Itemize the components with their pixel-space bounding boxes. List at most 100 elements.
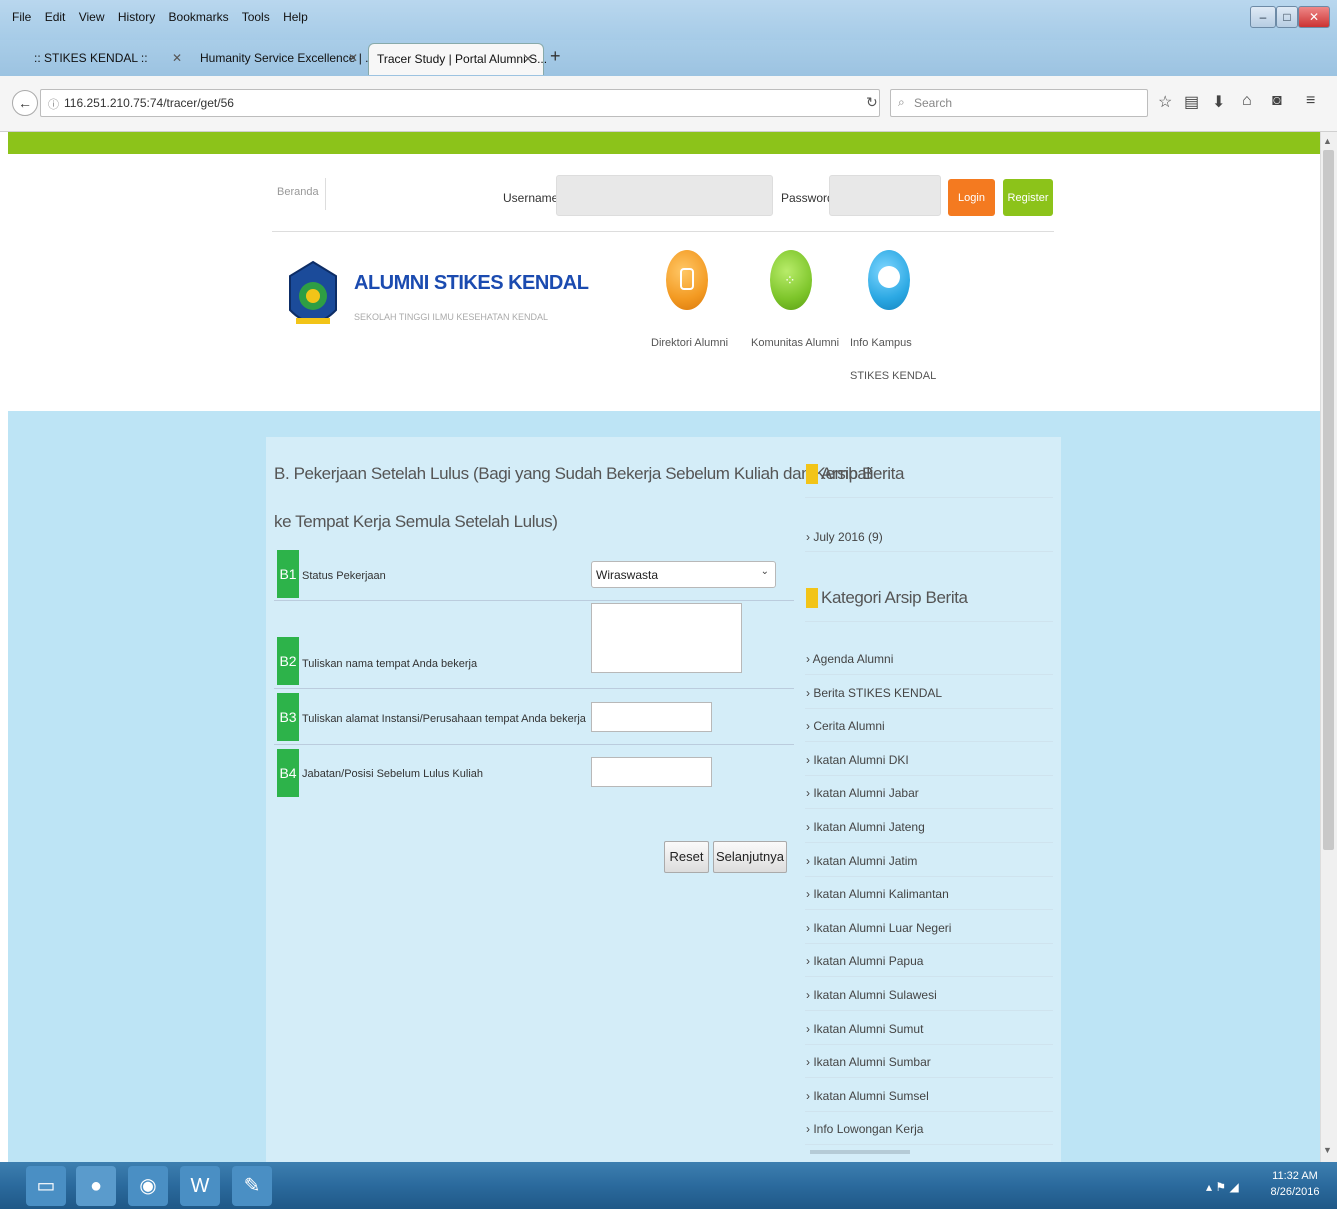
menu-history[interactable]: History [118, 10, 155, 24]
divider [805, 621, 1053, 622]
tray-icons[interactable]: ▴ ⚑ ◢ [1206, 1180, 1239, 1194]
reading-list-icon[interactable]: ▤ [1184, 92, 1199, 112]
site-title[interactable]: ALUMNI STIKES KENDAL [354, 272, 589, 295]
category-item[interactable]: › Info Lowongan Kerja [806, 1122, 923, 1136]
register-button[interactable]: Register [1003, 179, 1053, 216]
label-jabatan: Jabatan/Posisi Sebelum Lulus Kuliah [302, 768, 484, 780]
jabatan-input[interactable] [591, 757, 712, 787]
pocket-icon[interactable]: ◙ [1272, 92, 1282, 110]
clock-date: 8/26/2016 [1270, 1186, 1320, 1198]
clock[interactable]: 11:32 AM 8/26/2016 [1270, 1170, 1320, 1198]
close-window-icon[interactable]: ✕ [1298, 6, 1330, 28]
divider [805, 1043, 1053, 1045]
nama-tempat-textarea[interactable] [591, 603, 742, 673]
category-item[interactable]: › Agenda Alumni [806, 652, 893, 666]
url-text[interactable]: 116.251.210.75:74/tracer/get/56 [64, 96, 234, 110]
category-item[interactable]: › Ikatan Alumni Papua [806, 954, 923, 968]
maximize-icon[interactable]: □ [1276, 6, 1298, 28]
close-tab-icon[interactable]: ✕ [172, 43, 182, 73]
home-icon[interactable]: ⌂ [1242, 92, 1252, 110]
menu-tools[interactable]: Tools [242, 10, 270, 24]
category-label: Berita STIKES KENDAL [813, 685, 943, 700]
chrome-icon[interactable]: ◉ [128, 1166, 168, 1206]
category-item[interactable]: › Berita STIKES KENDAL [806, 686, 942, 700]
firefox-icon[interactable]: ● [76, 1166, 116, 1206]
category-label: Ikatan Alumni Kalimantan [813, 887, 949, 902]
bookmark-star-icon[interactable]: ☆ [1158, 92, 1172, 112]
menu-edit[interactable]: Edit [45, 10, 66, 24]
divider [805, 875, 1053, 877]
divider [805, 942, 1053, 944]
category-label: Ikatan Alumni Sulawesi [813, 988, 937, 1002]
stikes-logo-icon [286, 260, 340, 336]
file-explorer-icon[interactable]: ▭ [26, 1166, 66, 1206]
nav-direktori-alumni[interactable]: Direktori Alumni [651, 337, 728, 349]
category-item[interactable]: › Ikatan Alumni DKI [806, 753, 909, 767]
nav-info-kampus-sub[interactable]: STIKES KENDAL [850, 370, 936, 382]
next-button[interactable]: Selanjutnya [713, 841, 787, 873]
category-label: Ikatan Alumni Sumsel [813, 1088, 929, 1103]
menu-view[interactable]: View [79, 10, 105, 24]
status-pekerjaan-select[interactable]: Wiraswasta ⌄ [591, 561, 776, 588]
folder-icon [806, 588, 818, 608]
nav-komunitas-alumni[interactable]: Komunitas Alumni [751, 337, 839, 349]
divider [805, 741, 1053, 743]
category-item[interactable]: › Ikatan Alumni Sumut [806, 1022, 923, 1036]
close-tab-icon[interactable]: ✕ [523, 44, 533, 74]
menu-file[interactable]: File [12, 10, 31, 24]
contact-card-icon [680, 268, 694, 290]
label-alamat-instansi: Tuliskan alamat Instansi/Perusahaan temp… [302, 713, 586, 725]
menu-help[interactable]: Help [283, 10, 308, 24]
divider [805, 1110, 1053, 1112]
nav-info-kampus[interactable]: Info Kampus [850, 337, 912, 349]
row-divider [274, 688, 794, 689]
scroll-up-icon[interactable]: ▲ [1323, 136, 1332, 146]
reload-icon[interactable]: ↻ [866, 94, 878, 111]
username-input[interactable] [556, 175, 773, 216]
nav-beranda[interactable]: Beranda [277, 186, 319, 198]
divider [805, 842, 1053, 843]
tab-tracer-study[interactable]: Tracer Study | Portal Alumni S... ✕ [368, 43, 547, 75]
category-item[interactable]: › Ikatan Alumni Luar Negeri [806, 921, 951, 935]
archive-item-july-2016[interactable]: › July 2016 (9) [806, 530, 883, 544]
top-green-bar [8, 132, 1320, 154]
header-divider [272, 231, 1054, 232]
category-label: Ikatan Alumni Jateng [813, 820, 925, 834]
paint-icon[interactable]: ✎ [232, 1166, 272, 1206]
category-item[interactable]: › Ikatan Alumni Kalimantan [806, 887, 949, 901]
archive-item-label: July 2016 (9) [813, 530, 883, 544]
archive-title: Arsip Berita [821, 464, 905, 483]
reset-button[interactable]: Reset [664, 841, 709, 873]
content-panel [266, 437, 1061, 1177]
menu-bookmarks[interactable]: Bookmarks [169, 10, 229, 24]
badge-b2: B2 [277, 637, 299, 685]
password-input[interactable] [829, 175, 941, 216]
minimize-icon[interactable]: – [1250, 6, 1276, 28]
tab-stikes-kendal[interactable]: :: STIKES KENDAL :: ✕ [14, 43, 192, 75]
category-item[interactable]: › Ikatan Alumni Sumsel [806, 1089, 929, 1103]
login-button[interactable]: Login [948, 179, 995, 216]
scroll-down-icon[interactable]: ▼ [1323, 1145, 1332, 1155]
category-item[interactable]: › Cerita Alumni [806, 719, 885, 733]
info-icon[interactable]: ⓘ [48, 96, 59, 112]
row-divider [274, 744, 794, 745]
close-tab-icon[interactable]: ✕ [348, 43, 358, 73]
download-icon[interactable]: ⬇ [1212, 92, 1225, 112]
alamat-instansi-input[interactable] [591, 702, 712, 732]
category-item[interactable]: › Ikatan Alumni Sumbar [806, 1055, 931, 1069]
hamburger-menu-icon[interactable]: ≡ [1306, 92, 1315, 110]
category-item[interactable]: › Ikatan Alumni Jabar [806, 786, 919, 800]
new-tab-icon[interactable]: + [550, 46, 561, 67]
divider [805, 976, 1053, 978]
divider [805, 497, 1053, 498]
category-item[interactable]: › Ikatan Alumni Jateng [806, 820, 925, 834]
scrollbar-thumb[interactable] [1323, 150, 1334, 850]
divider [805, 808, 1053, 810]
tab-humanity[interactable]: Humanity Service Excellence | ... ✕ [192, 43, 375, 75]
category-item[interactable]: › Ikatan Alumni Sulawesi [806, 988, 937, 1002]
category-item[interactable]: › Ikatan Alumni Jatim [806, 854, 917, 868]
row-divider [274, 600, 794, 601]
back-icon[interactable]: ← [12, 90, 38, 116]
divider [805, 774, 1053, 776]
word-icon[interactable]: W [180, 1166, 220, 1206]
